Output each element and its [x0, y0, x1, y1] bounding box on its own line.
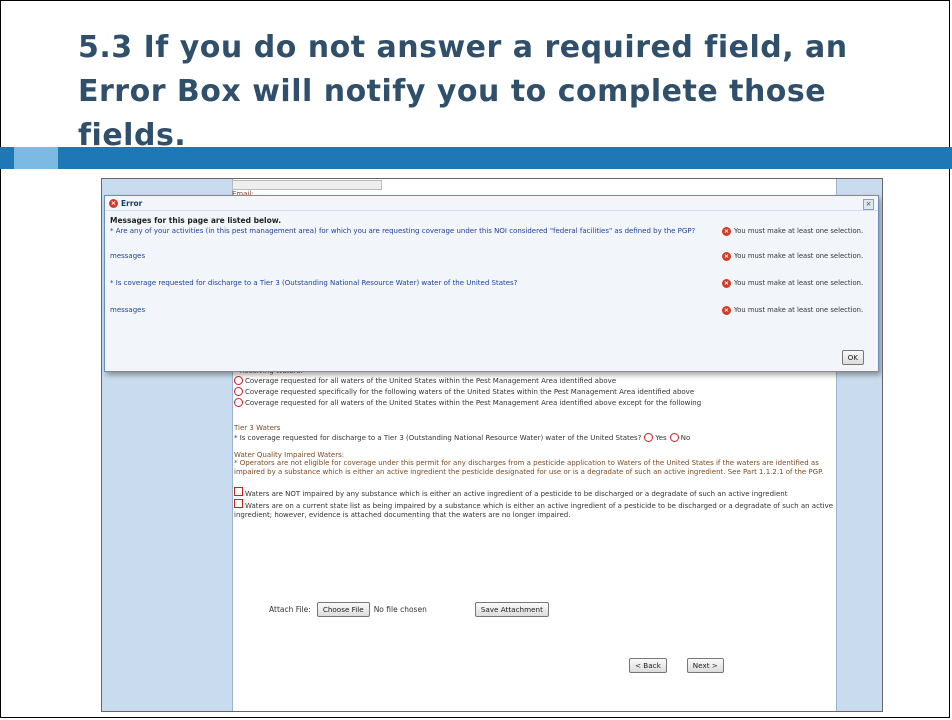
choose-file-button[interactable]: Choose File [316, 602, 370, 617]
error-dialog: × Error × Messages for this page are lis… [104, 195, 879, 372]
form-body: * Receiving Waters: Coverage requested f… [234, 365, 834, 520]
message-error: You must make at least one selection. [734, 252, 864, 260]
attach-row: Attach File: Choose File No file chosen … [269, 602, 549, 617]
dialog-title: Error [121, 198, 143, 208]
message-row: * Are any of your activities (in this pe… [110, 227, 870, 236]
message-error: You must make at least one selection. [734, 306, 864, 314]
wq-option[interactable]: Waters are NOT impaired by any substance… [234, 487, 834, 499]
message-error: You must make at least one selection. [734, 227, 864, 235]
wq-title: Water Quality Impaired Waters: [234, 451, 345, 459]
error-icon: × [722, 279, 731, 288]
checkbox-error-icon[interactable] [234, 487, 243, 496]
tier3-row: * Is coverage requested for discharge to… [234, 432, 834, 443]
back-button[interactable]: < Back [629, 658, 667, 673]
close-icon[interactable]: × [863, 199, 874, 210]
receiving-option[interactable]: Coverage requested for all waters of the… [234, 397, 834, 408]
radio-no[interactable] [669, 433, 679, 442]
radio-yes[interactable] [644, 433, 654, 442]
message-text[interactable]: * Are any of your activities (in this pe… [110, 227, 720, 235]
radio-error-icon[interactable] [234, 387, 243, 396]
slide-title: 5.3 If you do not answer a required fiel… [78, 30, 848, 153]
screenshot-panel: Email: * Receiving Waters: Coverage requ… [101, 178, 883, 712]
message-text[interactable]: messages [110, 252, 720, 260]
yes-label: Yes [655, 433, 667, 442]
top-text-field[interactable] [232, 180, 382, 190]
next-button[interactable]: Next > [686, 658, 724, 673]
receiving-option[interactable]: Coverage requested specifically for the … [234, 386, 834, 397]
message-text[interactable]: messages [110, 306, 720, 314]
error-icon: × [722, 227, 731, 236]
error-icon: × [722, 252, 731, 261]
error-icon: × [722, 306, 731, 315]
option-label: Waters are NOT impaired by any substance… [245, 490, 788, 498]
message-error: You must make at least one selection. [734, 279, 864, 287]
dialog-header: × Error [105, 196, 878, 211]
receiving-option[interactable]: Coverage requested for all waters of the… [234, 375, 834, 386]
wq-option[interactable]: Waters are on a current state list as be… [234, 499, 834, 520]
dialog-subtitle: Messages for this page are listed below. [110, 216, 282, 225]
message-row: messages × You must make at least one sel… [110, 252, 870, 261]
accent-bar [0, 147, 952, 169]
message-row: messages × You must make at least one sel… [110, 306, 870, 315]
option-label: Coverage requested for all waters of the… [245, 376, 617, 385]
wq-note: * Operators are not eligible for coverag… [234, 459, 824, 476]
radio-error-icon[interactable] [234, 376, 243, 385]
attach-label: Attach File: [269, 605, 311, 614]
error-icon: × [109, 198, 118, 208]
message-text[interactable]: * Is coverage requested for discharge to… [110, 279, 720, 287]
no-file-text: No file chosen [373, 605, 427, 614]
nav-buttons: < Back Next > [629, 658, 724, 673]
message-row: * Is coverage requested for discharge to… [110, 279, 870, 288]
option-label: Coverage requested specifically for the … [245, 387, 695, 396]
tier3-title: Tier 3 Waters [234, 424, 281, 432]
accent-square [14, 147, 58, 169]
radio-error-icon[interactable] [234, 398, 243, 407]
checkbox-error-icon[interactable] [234, 499, 243, 508]
no-label: No [680, 433, 691, 442]
option-label: Coverage requested for all waters of the… [245, 398, 702, 407]
option-label: Waters are on a current state list as be… [234, 502, 834, 519]
save-attachment-button[interactable]: Save Attachment [474, 602, 549, 617]
ok-button[interactable]: OK [841, 350, 864, 365]
tier3-question: * Is coverage requested for discharge to… [234, 433, 642, 442]
